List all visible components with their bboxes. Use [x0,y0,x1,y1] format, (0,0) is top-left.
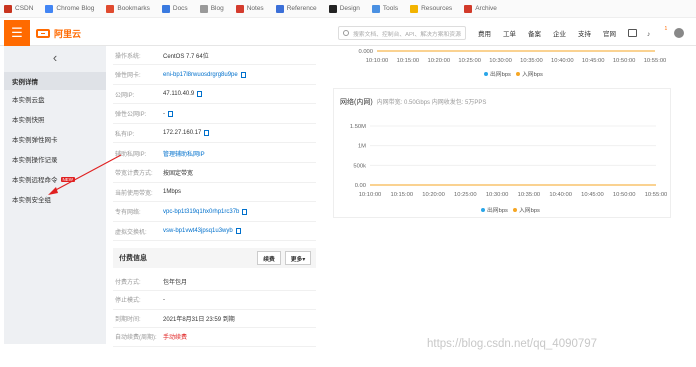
annotation-arrow-head [48,187,58,195]
watermark: https://blog.csdn.net/qq_4090797 [427,338,598,350]
annotation-layer [48,154,122,195]
annotation-arrow-line [51,154,122,193]
